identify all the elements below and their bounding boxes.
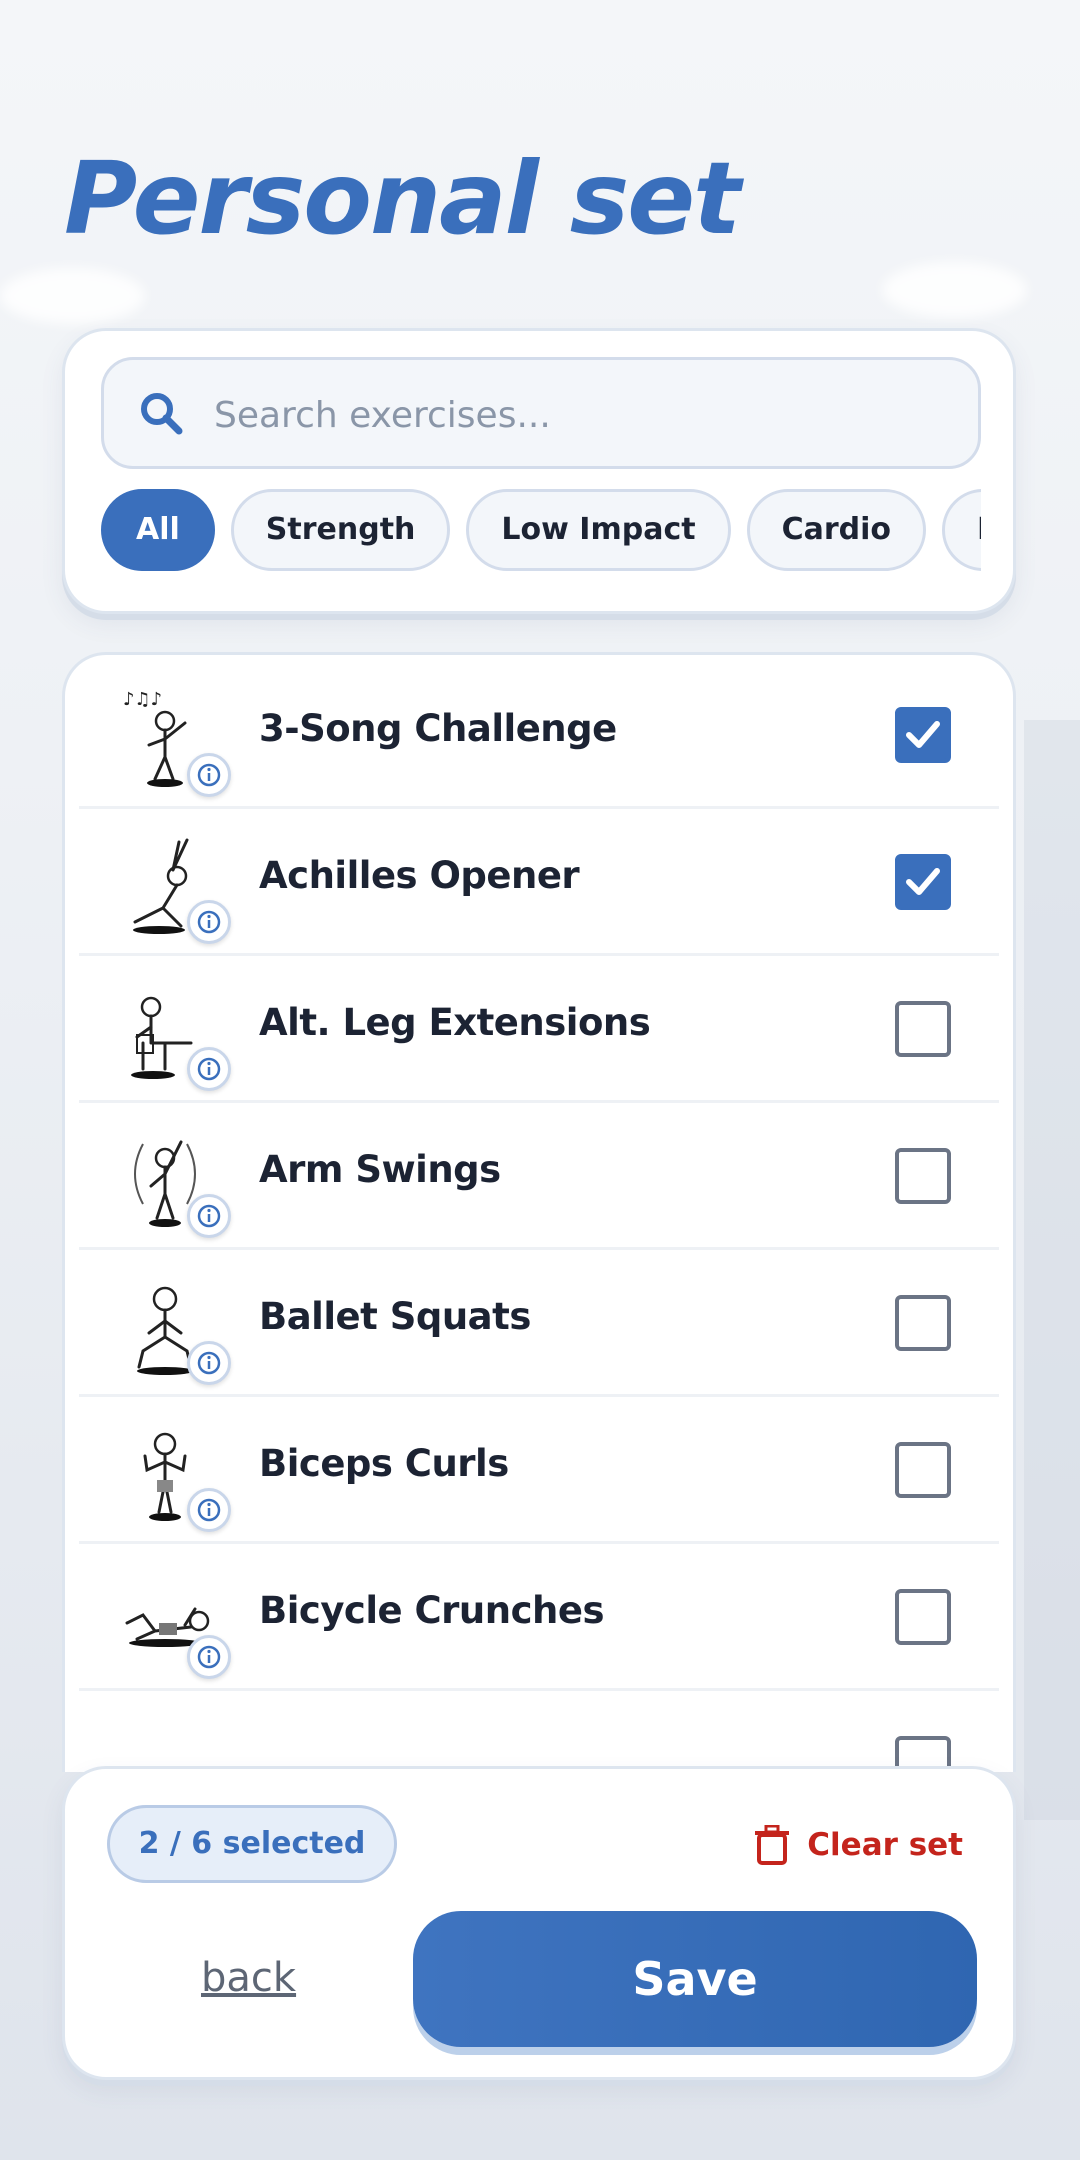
exercise-row[interactable]: Arm Swings <box>79 1104 999 1250</box>
background-light <box>882 262 1027 318</box>
search-box[interactable] <box>101 357 981 469</box>
filter-chip-low-impact[interactable]: Low Impact <box>466 489 731 571</box>
info-icon[interactable] <box>187 900 231 944</box>
info-icon[interactable] <box>187 1488 231 1532</box>
filter-chip-flexibility[interactable]: Fl <box>942 489 981 571</box>
exercise-row[interactable]: Alt. Leg Extensions <box>79 957 999 1103</box>
exercise-name: Bicycle Crunches <box>259 1589 605 1632</box>
exercise-row[interactable]: ♪♫♪ 3-Song Challenge <box>79 663 999 809</box>
filter-chips: AllStrengthLow ImpactCardioFl <box>101 489 981 579</box>
search-card: AllStrengthLow ImpactCardioFl <box>62 328 1016 614</box>
info-icon[interactable] <box>187 1194 231 1238</box>
exercise-row[interactable] <box>79 1692 999 1772</box>
exercise-row[interactable]: Bicycle Crunches <box>79 1545 999 1691</box>
info-icon[interactable] <box>187 1635 231 1679</box>
exercise-name: Alt. Leg Extensions <box>259 1001 651 1044</box>
exercise-checkbox[interactable] <box>895 1295 951 1351</box>
exercise-checkbox[interactable] <box>895 1001 951 1057</box>
info-icon[interactable] <box>187 753 231 797</box>
trash-icon <box>755 1825 790 1865</box>
background-shelf <box>1024 720 1080 1820</box>
filter-chip-strength[interactable]: Strength <box>230 489 451 571</box>
selected-count-badge: 2 / 6 selected <box>107 1805 397 1883</box>
svg-text:♪♫♪: ♪♫♪ <box>123 689 162 710</box>
save-button[interactable]: Save <box>413 1911 977 2047</box>
exercise-name: Arm Swings <box>259 1148 501 1191</box>
clear-set-button[interactable]: Clear set <box>755 1815 963 1875</box>
search-input[interactable] <box>212 384 956 446</box>
checkmark-icon <box>906 721 940 748</box>
exercise-name: Achilles Opener <box>259 854 580 897</box>
exercise-checkbox[interactable] <box>895 854 951 910</box>
filter-chip-all[interactable]: All <box>101 489 215 571</box>
search-icon <box>141 393 183 435</box>
background-light <box>0 268 145 324</box>
back-link[interactable]: back <box>201 1955 296 2001</box>
exercise-checkbox[interactable] <box>895 707 951 763</box>
exercise-checkbox[interactable] <box>895 1148 951 1204</box>
exercise-list[interactable]: ♪♫♪ 3-Song Challenge Achilles Opener Alt… <box>62 652 1016 1772</box>
info-icon[interactable] <box>187 1047 231 1091</box>
exercise-row[interactable]: Achilles Opener <box>79 810 999 956</box>
checkmark-icon <box>906 868 940 895</box>
exercise-row[interactable]: Biceps Curls <box>79 1398 999 1544</box>
info-icon[interactable] <box>187 1341 231 1385</box>
exercise-name: 3-Song Challenge <box>259 707 617 750</box>
filter-chip-cardio[interactable]: Cardio <box>746 489 927 571</box>
page-title: Personal set <box>64 140 741 257</box>
action-bar: 2 / 6 selected Clear set back Save <box>62 1766 1016 2080</box>
clear-set-label: Clear set <box>807 1827 963 1863</box>
exercise-name: Ballet Squats <box>259 1295 531 1338</box>
exercise-row[interactable]: Ballet Squats <box>79 1251 999 1397</box>
exercise-name: Biceps Curls <box>259 1442 509 1485</box>
exercise-checkbox[interactable] <box>895 1589 951 1645</box>
exercise-checkbox[interactable] <box>895 1442 951 1498</box>
